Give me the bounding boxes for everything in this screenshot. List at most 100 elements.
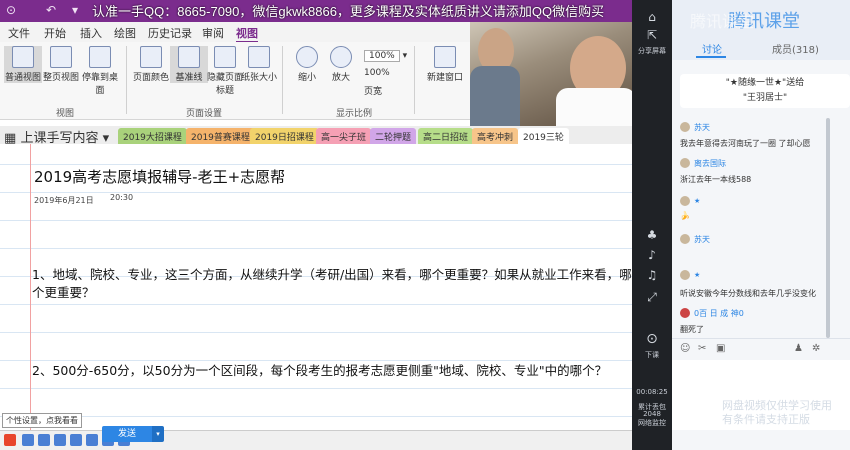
- dock-to-desktop-button[interactable]: 停靠到桌面: [78, 46, 122, 96]
- tab-review[interactable]: 审阅: [202, 25, 224, 41]
- section-tab-active[interactable]: 2019三轮: [518, 128, 569, 144]
- back-icon[interactable]: ⊙: [6, 3, 16, 17]
- chat-message: 浙江去年一本线588: [680, 175, 752, 184]
- new-window-icon: [434, 46, 456, 68]
- webcam-feed: [470, 22, 632, 126]
- tab-history[interactable]: 历史记录: [148, 25, 192, 41]
- person-shirt: [556, 88, 632, 126]
- section-tab[interactable]: 高一尖子班: [316, 128, 372, 144]
- rule-lines-button[interactable]: 基准线: [170, 46, 208, 83]
- group-label-page-setup: 页面设置: [186, 109, 223, 119]
- tab-insert[interactable]: 插入: [80, 25, 102, 41]
- tab-draw[interactable]: 绘图: [114, 25, 136, 41]
- section-tab[interactable]: 高考冲刺: [472, 128, 519, 144]
- ribbon-separator: [282, 46, 283, 114]
- title-bar: ⊙ ↶ ▾ 认准一手QQ：8665-7090，微信gkwk8866，更多课程及实…: [0, 0, 632, 22]
- send-button[interactable]: 发送: [102, 426, 152, 442]
- fullscreen-icon[interactable]: ⤢: [644, 290, 660, 304]
- keyboard-icon[interactable]: [86, 434, 98, 446]
- hide-title-icon: [214, 46, 236, 68]
- chat-username[interactable]: 苏天: [694, 234, 710, 245]
- ribbon-separator: [126, 46, 127, 114]
- emoji-icon[interactable]: ☺: [680, 343, 690, 354]
- volume-icon[interactable]: ♪: [644, 248, 660, 262]
- page-width-button[interactable]: 页宽: [364, 84, 382, 97]
- avatar: [680, 308, 690, 318]
- zoom-in-button[interactable]: 放大: [322, 46, 360, 83]
- zoom-100-button[interactable]: 100%: [364, 68, 390, 78]
- punctuation-icon[interactable]: [38, 434, 50, 446]
- tab-view[interactable]: 视图: [236, 25, 258, 43]
- settings-icon[interactable]: ✲: [812, 343, 820, 354]
- chat-toolbar: ☺ ✂ ▣ ♟ ✲: [672, 338, 850, 358]
- tooltip: 个性设置，点我看看: [2, 413, 82, 428]
- chat-username[interactable]: 苏天: [694, 122, 710, 133]
- group-label-view: 视图: [56, 109, 75, 119]
- section-tab[interactable]: 2019大招课程: [118, 128, 187, 144]
- share-screen-icon[interactable]: ⇱: [644, 28, 660, 42]
- page-date: 2019年6月21日: [34, 196, 94, 205]
- top-banner: 认准一手QQ：8665-7090，微信gkwk8866，更多课程及实体纸质讲义请…: [92, 4, 605, 19]
- question-1[interactable]: 1、地域、院校、专业，这三个方面，从继续升学（考研/出国）来看，哪个更重要？如果…: [32, 266, 632, 302]
- chat-message: 听说安徽今年分数线和去年几乎没变化: [680, 289, 816, 298]
- tc-chat-area: 腾讯课堂 讨论 成员(318) "★随缘一世★"送给 "王羽居士" 苏天 我去年…: [672, 0, 850, 450]
- note-page[interactable]: 2019高考志愿填报辅导-老王+志愿帮 2019年6月21日 20:30 1、地…: [0, 144, 632, 430]
- group-label-zoom: 显示比例: [336, 109, 373, 119]
- rule-line: [0, 220, 632, 221]
- pin-icon[interactable]: ⌂: [644, 10, 660, 24]
- tab-file[interactable]: 文件: [8, 25, 30, 41]
- rule-line: [0, 304, 632, 305]
- avatar: [680, 234, 690, 244]
- chat-username[interactable]: 离去国际: [694, 158, 726, 169]
- normal-view-button[interactable]: 普通视图: [4, 46, 42, 83]
- person-shirt: [470, 66, 520, 126]
- zoom-select[interactable]: 100% ▾: [364, 50, 407, 62]
- emoji-icon[interactable]: [54, 434, 66, 446]
- end-class-label: 下课: [645, 351, 659, 359]
- hide-page-title-button[interactable]: 隐藏页面标题: [206, 46, 244, 96]
- question-2[interactable]: 2、500分-650分，以50分为一个区间段，每个段考生的报考志愿更侧重"地域、…: [32, 360, 632, 379]
- image-icon[interactable]: ▣: [716, 343, 725, 354]
- tab-discussion[interactable]: 讨论: [702, 41, 722, 56]
- page-title[interactable]: 2019高考志愿填报辅导-老王+志愿帮: [34, 166, 285, 187]
- scissors-icon[interactable]: ✂: [698, 343, 706, 354]
- chat-username[interactable]: 0百 日 成 神0: [694, 308, 744, 319]
- send-dropdown-icon[interactable]: ▾: [152, 426, 164, 442]
- session-time: 00:08:25: [636, 388, 668, 396]
- members-icon[interactable]: ♟: [794, 343, 803, 354]
- full-page-view-button[interactable]: 整页视图: [42, 46, 80, 83]
- chat-message: 翻死了: [680, 325, 704, 334]
- paper-size-icon: [248, 46, 270, 68]
- music-icon[interactable]: ♫: [644, 268, 660, 282]
- zoom-out-button[interactable]: 缩小: [288, 46, 326, 83]
- new-window-button[interactable]: 新建窗口: [422, 46, 468, 83]
- menu-bar: 文件 开始 插入 绘图 历史记录 审阅 视图: [0, 22, 470, 43]
- stat-label: 网络监控: [638, 419, 666, 427]
- avatar: [680, 158, 690, 168]
- section-tab[interactable]: 2019日招课程: [250, 128, 319, 144]
- avatar: [680, 196, 690, 206]
- sogou-icon[interactable]: [4, 434, 16, 446]
- page-color-icon: [140, 46, 162, 68]
- section-tab[interactable]: 2019普赛课程: [186, 128, 255, 144]
- undo-icon[interactable]: ↶: [46, 3, 56, 17]
- paper-size-button[interactable]: 纸张大小: [240, 46, 278, 83]
- rule-line: [0, 332, 632, 333]
- section-tab[interactable]: 二轮押题: [370, 128, 417, 144]
- end-class-icon[interactable]: ⊙: [644, 332, 660, 346]
- chinese-mode-icon[interactable]: [22, 434, 34, 446]
- tab-home[interactable]: 开始: [44, 25, 66, 41]
- dock-icon: [89, 46, 111, 68]
- chat-scrollbar[interactable]: [826, 118, 830, 338]
- tab-members[interactable]: 成员(318): [772, 41, 819, 56]
- page-color-button[interactable]: 页面颜色: [132, 46, 170, 83]
- voice-icon[interactable]: [70, 434, 82, 446]
- full-page-view-icon: [50, 46, 72, 68]
- margin-line: [30, 144, 31, 430]
- rule-line: [0, 248, 632, 249]
- ribbon: 普通视图 整页视图 停靠到桌面 视图 页面颜色 基准线 隐藏页面标题 纸张大小 …: [0, 42, 470, 120]
- section-tab[interactable]: 高二日招班: [418, 128, 474, 144]
- avatar: [680, 270, 690, 280]
- mic-icon[interactable]: ♣: [644, 228, 660, 242]
- dropdown-icon[interactable]: ▾: [72, 3, 78, 17]
